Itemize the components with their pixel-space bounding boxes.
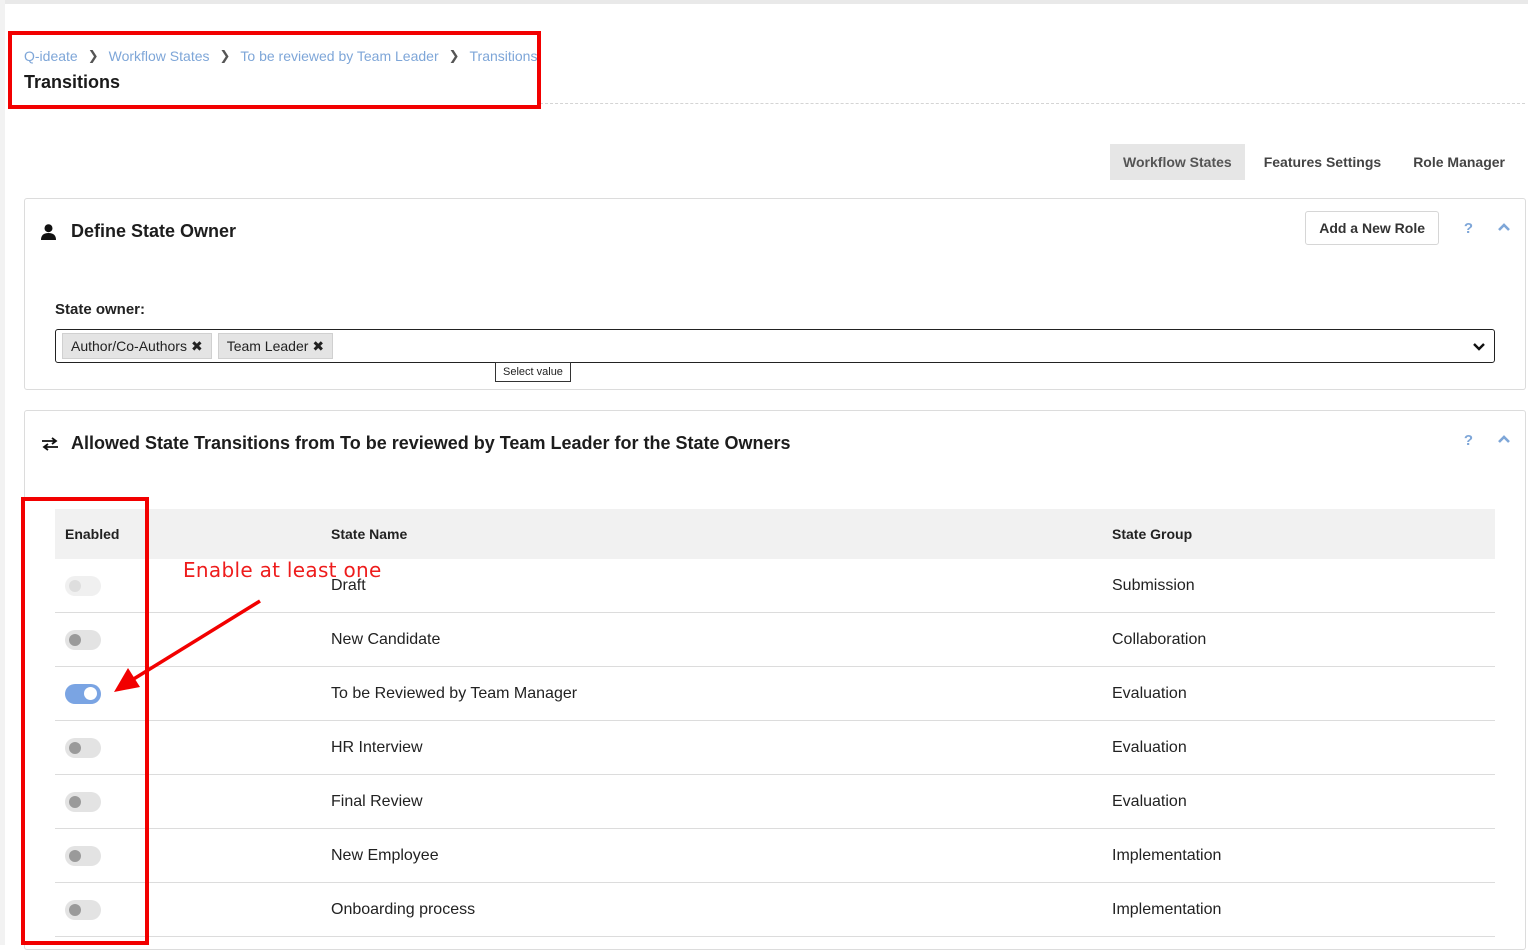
state-name-cell: Onboarding process <box>331 900 476 918</box>
state-owner-card-title: Define State Owner <box>41 221 236 242</box>
state-owner-card: Define State Owner Add a New Role ? Stat… <box>24 198 1526 390</box>
user-icon <box>41 223 61 240</box>
table-row: HR Interview Evaluation <box>55 721 1495 775</box>
state-name-cell: Final Review <box>331 792 423 810</box>
owner-chip: Team Leader ✖ <box>217 333 334 359</box>
state-group-cell: Submission <box>1112 576 1195 594</box>
table-row: New Employee Implementation <box>55 829 1495 883</box>
owner-chip-label: Team Leader <box>226 338 309 354</box>
state-group-cell: Implementation <box>1112 900 1222 918</box>
header-divider <box>540 103 1525 104</box>
state-group-cell: Evaluation <box>1112 792 1187 810</box>
table-header: Enabled State Name State Group <box>55 509 1495 559</box>
select-value-tooltip: Select value <box>495 362 571 382</box>
chevron-down-icon[interactable] <box>1472 339 1486 357</box>
column-state-name: State Name <box>331 526 408 542</box>
transitions-title-text: Allowed State Transitions from To be rev… <box>71 433 791 453</box>
annotation-highlight-breadcrumb <box>8 31 541 109</box>
top-border <box>0 0 1528 4</box>
help-icon[interactable]: ? <box>1464 432 1473 449</box>
state-group-cell: Evaluation <box>1112 684 1187 702</box>
chevron-up-icon[interactable] <box>1497 431 1511 449</box>
transitions-card-title: Allowed State Transitions from To be rev… <box>41 433 791 454</box>
help-icon[interactable]: ? <box>1464 220 1473 237</box>
table-row: Onboarding process Implementation <box>55 883 1495 937</box>
state-group-cell: Implementation <box>1112 846 1222 864</box>
table-row: Final Review Evaluation <box>55 775 1495 829</box>
table-body: Draft Submission New Candidate Collaboratio… <box>55 559 1495 937</box>
state-group-cell: Collaboration <box>1112 630 1207 648</box>
tab-role-manager[interactable]: Role Manager <box>1400 144 1518 180</box>
state-owner-title-text: Define State Owner <box>71 221 237 241</box>
column-state-group: State Group <box>1112 526 1193 542</box>
left-border <box>0 0 5 945</box>
chevron-up-icon[interactable] <box>1497 219 1511 237</box>
state-name-cell: To be Reviewed by Team Manager <box>331 684 578 702</box>
swap-arrows-icon <box>41 436 61 451</box>
remove-icon[interactable]: ✖ <box>191 338 203 355</box>
top-tabs: Workflow States Features Settings Role M… <box>1104 144 1518 180</box>
state-name-cell: New Employee <box>331 846 439 864</box>
table-row: To be Reviewed by Team Manager Evaluation <box>55 667 1495 721</box>
owner-chip: Author/Co-Authors ✖ <box>62 333 212 359</box>
state-owner-label: State owner: <box>55 301 146 318</box>
transitions-card: Allowed State Transitions from To be rev… <box>24 410 1526 950</box>
state-name-cell: New Candidate <box>331 630 441 648</box>
remove-icon[interactable]: ✖ <box>312 338 324 355</box>
annotation-text: Enable at least one <box>183 558 382 582</box>
annotation-highlight-enabled-column <box>21 497 149 945</box>
add-new-role-button[interactable]: Add a New Role <box>1305 211 1439 245</box>
owner-chip-label: Author/Co-Authors <box>71 338 187 354</box>
tab-workflow-states[interactable]: Workflow States <box>1110 144 1245 180</box>
table-row: New Candidate Collaboration <box>55 613 1495 667</box>
state-name-cell: Draft <box>331 576 366 594</box>
state-group-cell: Evaluation <box>1112 738 1187 756</box>
tab-features-settings[interactable]: Features Settings <box>1251 144 1394 180</box>
state-name-cell: HR Interview <box>331 738 423 756</box>
state-owner-select[interactable]: Author/Co-Authors ✖ Team Leader ✖ <box>55 329 1495 363</box>
